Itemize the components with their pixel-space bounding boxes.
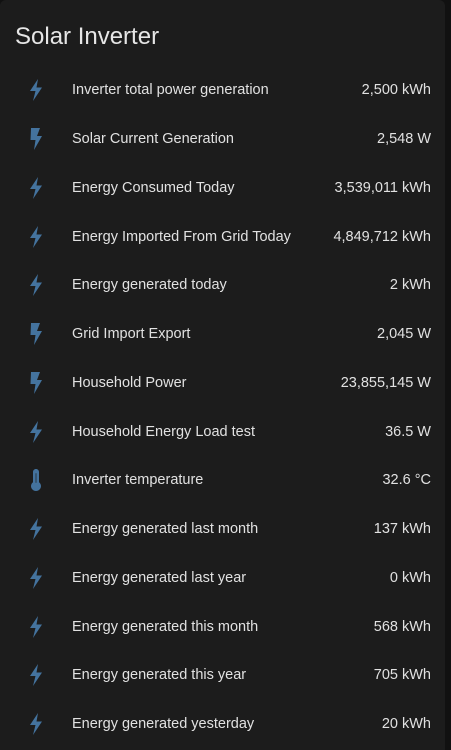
flash-bolt-icon	[24, 127, 48, 151]
flash-icon	[24, 225, 48, 249]
entity-row[interactable]: Energy generated yesterday 20 kWh	[0, 700, 445, 749]
flash-icon	[24, 566, 48, 590]
entity-row[interactable]: Inverter temperature 32.6 °C	[0, 456, 445, 505]
entity-row[interactable]: Energy generated this month 568 kWh	[0, 602, 445, 651]
entity-row[interactable]: Household Energy Load test 36.5 W	[0, 407, 445, 456]
entity-state: 23,855,145 W	[340, 374, 431, 391]
entity-row[interactable]: Energy generated today 2 kWh	[0, 261, 445, 310]
flash-icon	[24, 420, 48, 444]
entity-name: Solar Current Generation	[72, 131, 234, 148]
entity-row[interactable]: Energy Imported From Grid Today 4,849,712…	[0, 212, 445, 261]
entity-name: Energy Imported From Grid Today	[72, 228, 291, 245]
entity-state: 705 kWh	[373, 667, 431, 684]
entity-name: Energy generated this month	[72, 618, 259, 635]
entity-state: 20 kWh	[381, 716, 431, 733]
entity-row[interactable]: Household Power 23,855,145 W	[0, 359, 445, 408]
flash-icon	[24, 176, 48, 200]
entity-state: 2,045 W	[377, 326, 431, 343]
flash-bolt-icon	[24, 322, 48, 346]
flash-icon	[24, 663, 48, 687]
page-edge	[445, 0, 451, 750]
entity-name: Energy generated last month	[72, 521, 259, 538]
entity-name: Inverter total power generation	[72, 82, 269, 99]
card-title: Solar Inverter	[15, 23, 160, 50]
entity-name: Energy generated yesterday	[72, 716, 255, 733]
entity-state: 32.6 °C	[382, 472, 431, 489]
entity-state: 3,539,011 kWh	[334, 179, 431, 196]
flash-icon	[24, 615, 48, 639]
entity-name: Energy generated this year	[72, 667, 247, 684]
entity-row[interactable]: Energy generated last month 137 kWh	[0, 505, 445, 554]
entity-state: 36.5 W	[385, 423, 431, 440]
entity-row[interactable]: Grid Import Export 2,045 W	[0, 310, 445, 359]
entity-state: 137 kWh	[373, 521, 431, 538]
flash-icon	[24, 273, 48, 297]
entity-row[interactable]: Solar Current Generation 2,548 W	[0, 115, 445, 164]
entity-name: Energy Consumed Today	[72, 179, 235, 196]
flash-icon	[24, 712, 48, 736]
entity-row[interactable]: Energy generated this year 705 kWh	[0, 651, 445, 700]
entity-state: 2,500 kWh	[361, 82, 431, 99]
flash-icon	[24, 78, 48, 102]
entity-name: Inverter temperature	[72, 472, 204, 489]
entity-name: Energy generated today	[72, 277, 227, 294]
entity-state: 2 kWh	[389, 277, 431, 294]
entity-state: 0 kWh	[389, 569, 431, 586]
entity-name: Energy generated last year	[72, 569, 247, 586]
entity-row[interactable]: Energy Consumed Today 3,539,011 kWh	[0, 164, 445, 213]
flash-icon	[24, 517, 48, 541]
entity-name: Household Energy Load test	[72, 423, 255, 440]
entities-card: Solar Inverter Inverter total power gene…	[0, 0, 445, 750]
entity-row[interactable]: Inverter total power generation 2,500 kWh	[0, 66, 445, 115]
entity-state: 568 kWh	[373, 618, 431, 635]
entity-state: 2,548 W	[377, 131, 431, 148]
entity-name: Grid Import Export	[72, 326, 191, 343]
entity-row[interactable]: Energy generated last year 0 kWh	[0, 554, 445, 603]
entity-state: 4,849,712 kWh	[333, 228, 431, 245]
flash-bolt-icon	[24, 371, 48, 395]
entity-list: Inverter total power generation 2,500 kWh…	[0, 66, 445, 749]
entity-name: Household Power	[72, 374, 187, 391]
thermometer-icon	[24, 468, 48, 492]
